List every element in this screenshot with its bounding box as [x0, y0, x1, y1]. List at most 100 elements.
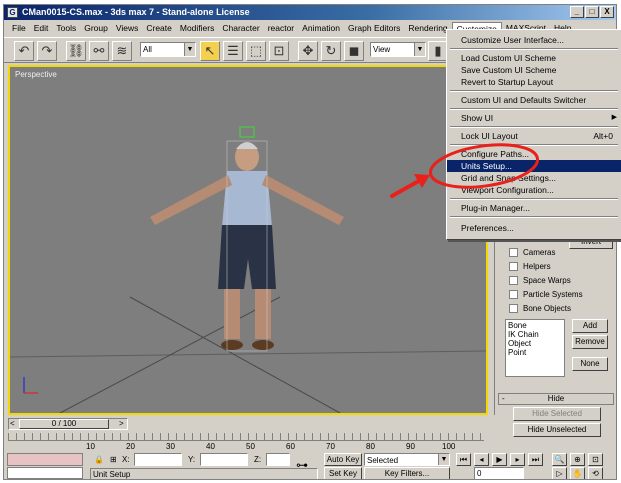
time-slider-thumb[interactable]: 0 / 100 [19, 419, 109, 429]
checkbox-label: Particle Systems [523, 290, 583, 299]
maximize-button[interactable]: □ [585, 6, 599, 18]
menu-group[interactable]: Group [80, 22, 112, 35]
maxscript-input[interactable] [7, 467, 83, 479]
checkbox-label: Bone Objects [523, 304, 572, 313]
none-button[interactable]: None [572, 357, 608, 371]
menu-item-units-setup[interactable]: Units Setup... [447, 160, 621, 172]
menu-item-load-ui-scheme[interactable]: Load Custom UI Scheme [447, 52, 621, 64]
x-coordinate-field[interactable] [134, 453, 182, 466]
remove-button[interactable]: Remove [572, 335, 608, 349]
zoom-extents-icon[interactable]: ⊡ [588, 453, 603, 466]
character-model[interactable] [150, 126, 344, 352]
redo-icon[interactable]: ↷ [37, 41, 57, 61]
add-button[interactable]: Add [572, 319, 608, 333]
y-coordinate-field[interactable] [200, 453, 248, 466]
menu-item-revert-layout[interactable]: Revert to Startup Layout [447, 76, 621, 88]
checkbox[interactable] [509, 290, 518, 299]
checkbox[interactable] [509, 248, 518, 257]
field-of-view-icon[interactable]: ▷ [552, 467, 567, 479]
menu-file[interactable]: File [8, 22, 30, 35]
window-crossing-icon[interactable]: ⊡ [269, 41, 289, 61]
checkbox[interactable] [509, 262, 518, 271]
menu-edit[interactable]: Edit [30, 22, 53, 35]
menu-item-ui-switcher[interactable]: Custom UI and Defaults Switcher [447, 94, 621, 106]
checkbox-helpers[interactable]: Helpers [509, 260, 551, 273]
previous-frame-icon[interactable]: ◂ [474, 453, 489, 466]
key-icon[interactable]: ⊶ [296, 459, 308, 472]
selection-filter-value: All [143, 45, 152, 54]
rollout-toggle: - [502, 394, 505, 403]
arc-rotate-icon[interactable]: ⟲ [588, 467, 603, 479]
checkbox[interactable] [509, 304, 518, 313]
time-slider[interactable]: < 0 / 100 > [8, 417, 488, 431]
zoom-icon[interactable]: 🔍 [552, 453, 567, 466]
time-slider-left-arrow[interactable]: < [10, 419, 15, 428]
menu-reactor[interactable]: reactor [264, 22, 298, 35]
next-frame-icon[interactable]: ▸ [510, 453, 525, 466]
list-item[interactable]: Point [508, 348, 562, 357]
menu-create[interactable]: Create [142, 22, 176, 35]
list-item[interactable]: IK Chain Object [508, 330, 562, 348]
menu-item-grid-snap[interactable]: Grid and Snap Settings... [447, 172, 621, 184]
menu-item-configure-paths[interactable]: Configure Paths... [447, 148, 621, 160]
absolute-mode-icon[interactable]: ⊞ [110, 453, 117, 466]
time-slider-track[interactable]: < 0 / 100 > [8, 418, 128, 430]
goto-start-icon[interactable]: ⏮ [456, 453, 471, 466]
maxscript-listener-mini[interactable] [7, 453, 83, 466]
rect-region-icon[interactable]: ⬚ [246, 41, 266, 61]
menu-views[interactable]: Views [112, 22, 143, 35]
scale-icon[interactable]: ◼ [344, 41, 364, 61]
menu-item-customize-ui[interactable]: Customize User Interface... [447, 34, 621, 46]
menu-character[interactable]: Character [218, 22, 263, 35]
menu-animation[interactable]: Animation [298, 22, 344, 35]
menu-item-save-ui-scheme[interactable]: Save Custom UI Scheme [447, 64, 621, 76]
menu-item-show-ui[interactable]: Show UI ▶ [447, 112, 621, 124]
selection-filter-dropdown[interactable]: All ▼ [140, 42, 196, 57]
bind-spacewarp-icon[interactable]: ≋ [112, 41, 132, 61]
checkbox-space-warps[interactable]: Space Warps [509, 274, 571, 287]
zoom-all-icon[interactable]: ⊕ [570, 453, 585, 466]
checkbox[interactable] [509, 276, 518, 285]
select-link-icon[interactable]: ⛓ [66, 41, 86, 61]
time-slider-right-arrow[interactable]: > [119, 419, 124, 428]
move-icon[interactable]: ✥ [298, 41, 318, 61]
hide-unselected-button[interactable]: Hide Unselected [513, 423, 601, 437]
checkbox-cameras[interactable]: Cameras [509, 246, 555, 259]
key-filters-button[interactable]: Key Filters... [364, 467, 450, 479]
goto-end-icon[interactable]: ⏭ [528, 453, 543, 466]
close-button[interactable]: X [600, 6, 614, 18]
reference-coord-dropdown[interactable]: View ▼ [370, 42, 426, 57]
menu-item-lock-ui[interactable]: Lock UI Layout Alt+0 [447, 130, 621, 142]
menu-tools[interactable]: Tools [52, 22, 80, 35]
perspective-viewport[interactable]: Perspective [8, 65, 488, 415]
set-key-button[interactable]: Set Key [324, 467, 362, 479]
menu-item-plugin-manager[interactable]: Plug-in Manager... [447, 202, 621, 214]
menu-rendering[interactable]: Rendering [404, 22, 451, 35]
z-coordinate-field[interactable] [266, 453, 290, 466]
rotate-icon[interactable]: ↻ [321, 41, 341, 61]
select-by-name-icon[interactable]: ☰ [223, 41, 243, 61]
menu-item-viewport-config[interactable]: Viewport Configuration... [447, 184, 621, 196]
object-type-list[interactable]: Bone IK Chain Object Point [505, 319, 565, 377]
undo-icon[interactable]: ↶ [14, 41, 34, 61]
minimize-button[interactable]: _ [570, 6, 584, 18]
menu-item-preferences[interactable]: Preferences... [447, 222, 621, 234]
play-icon[interactable]: ▶ [492, 453, 507, 466]
pan-icon[interactable]: ✋ [570, 467, 585, 479]
select-icon[interactable]: ↖ [200, 41, 220, 61]
menu-graph-editors[interactable]: Graph Editors [344, 22, 404, 35]
checkbox-bone-objects[interactable]: Bone Objects [509, 302, 571, 315]
rollout-title: Hide [547, 394, 565, 403]
key-mode-dropdown[interactable]: Selected ▼ [364, 453, 450, 466]
track-bar[interactable]: 10 20 30 40 50 60 70 80 90 100 [8, 433, 484, 453]
render-icon[interactable]: ▮ [428, 41, 448, 61]
unlink-icon[interactable]: ⚯ [89, 41, 109, 61]
auto-key-button[interactable]: Auto Key [324, 453, 362, 466]
menu-modifiers[interactable]: Modifiers [176, 22, 218, 35]
hide-rollout-header[interactable]: - Hide [498, 393, 614, 405]
list-item[interactable]: Bone [508, 321, 562, 330]
lock-icon[interactable]: 🔒 [94, 453, 104, 466]
checkbox-particle-systems[interactable]: Particle Systems [509, 288, 583, 301]
hide-selected-button[interactable]: Hide Selected [513, 407, 601, 421]
current-frame-field[interactable]: 0 [474, 467, 524, 479]
